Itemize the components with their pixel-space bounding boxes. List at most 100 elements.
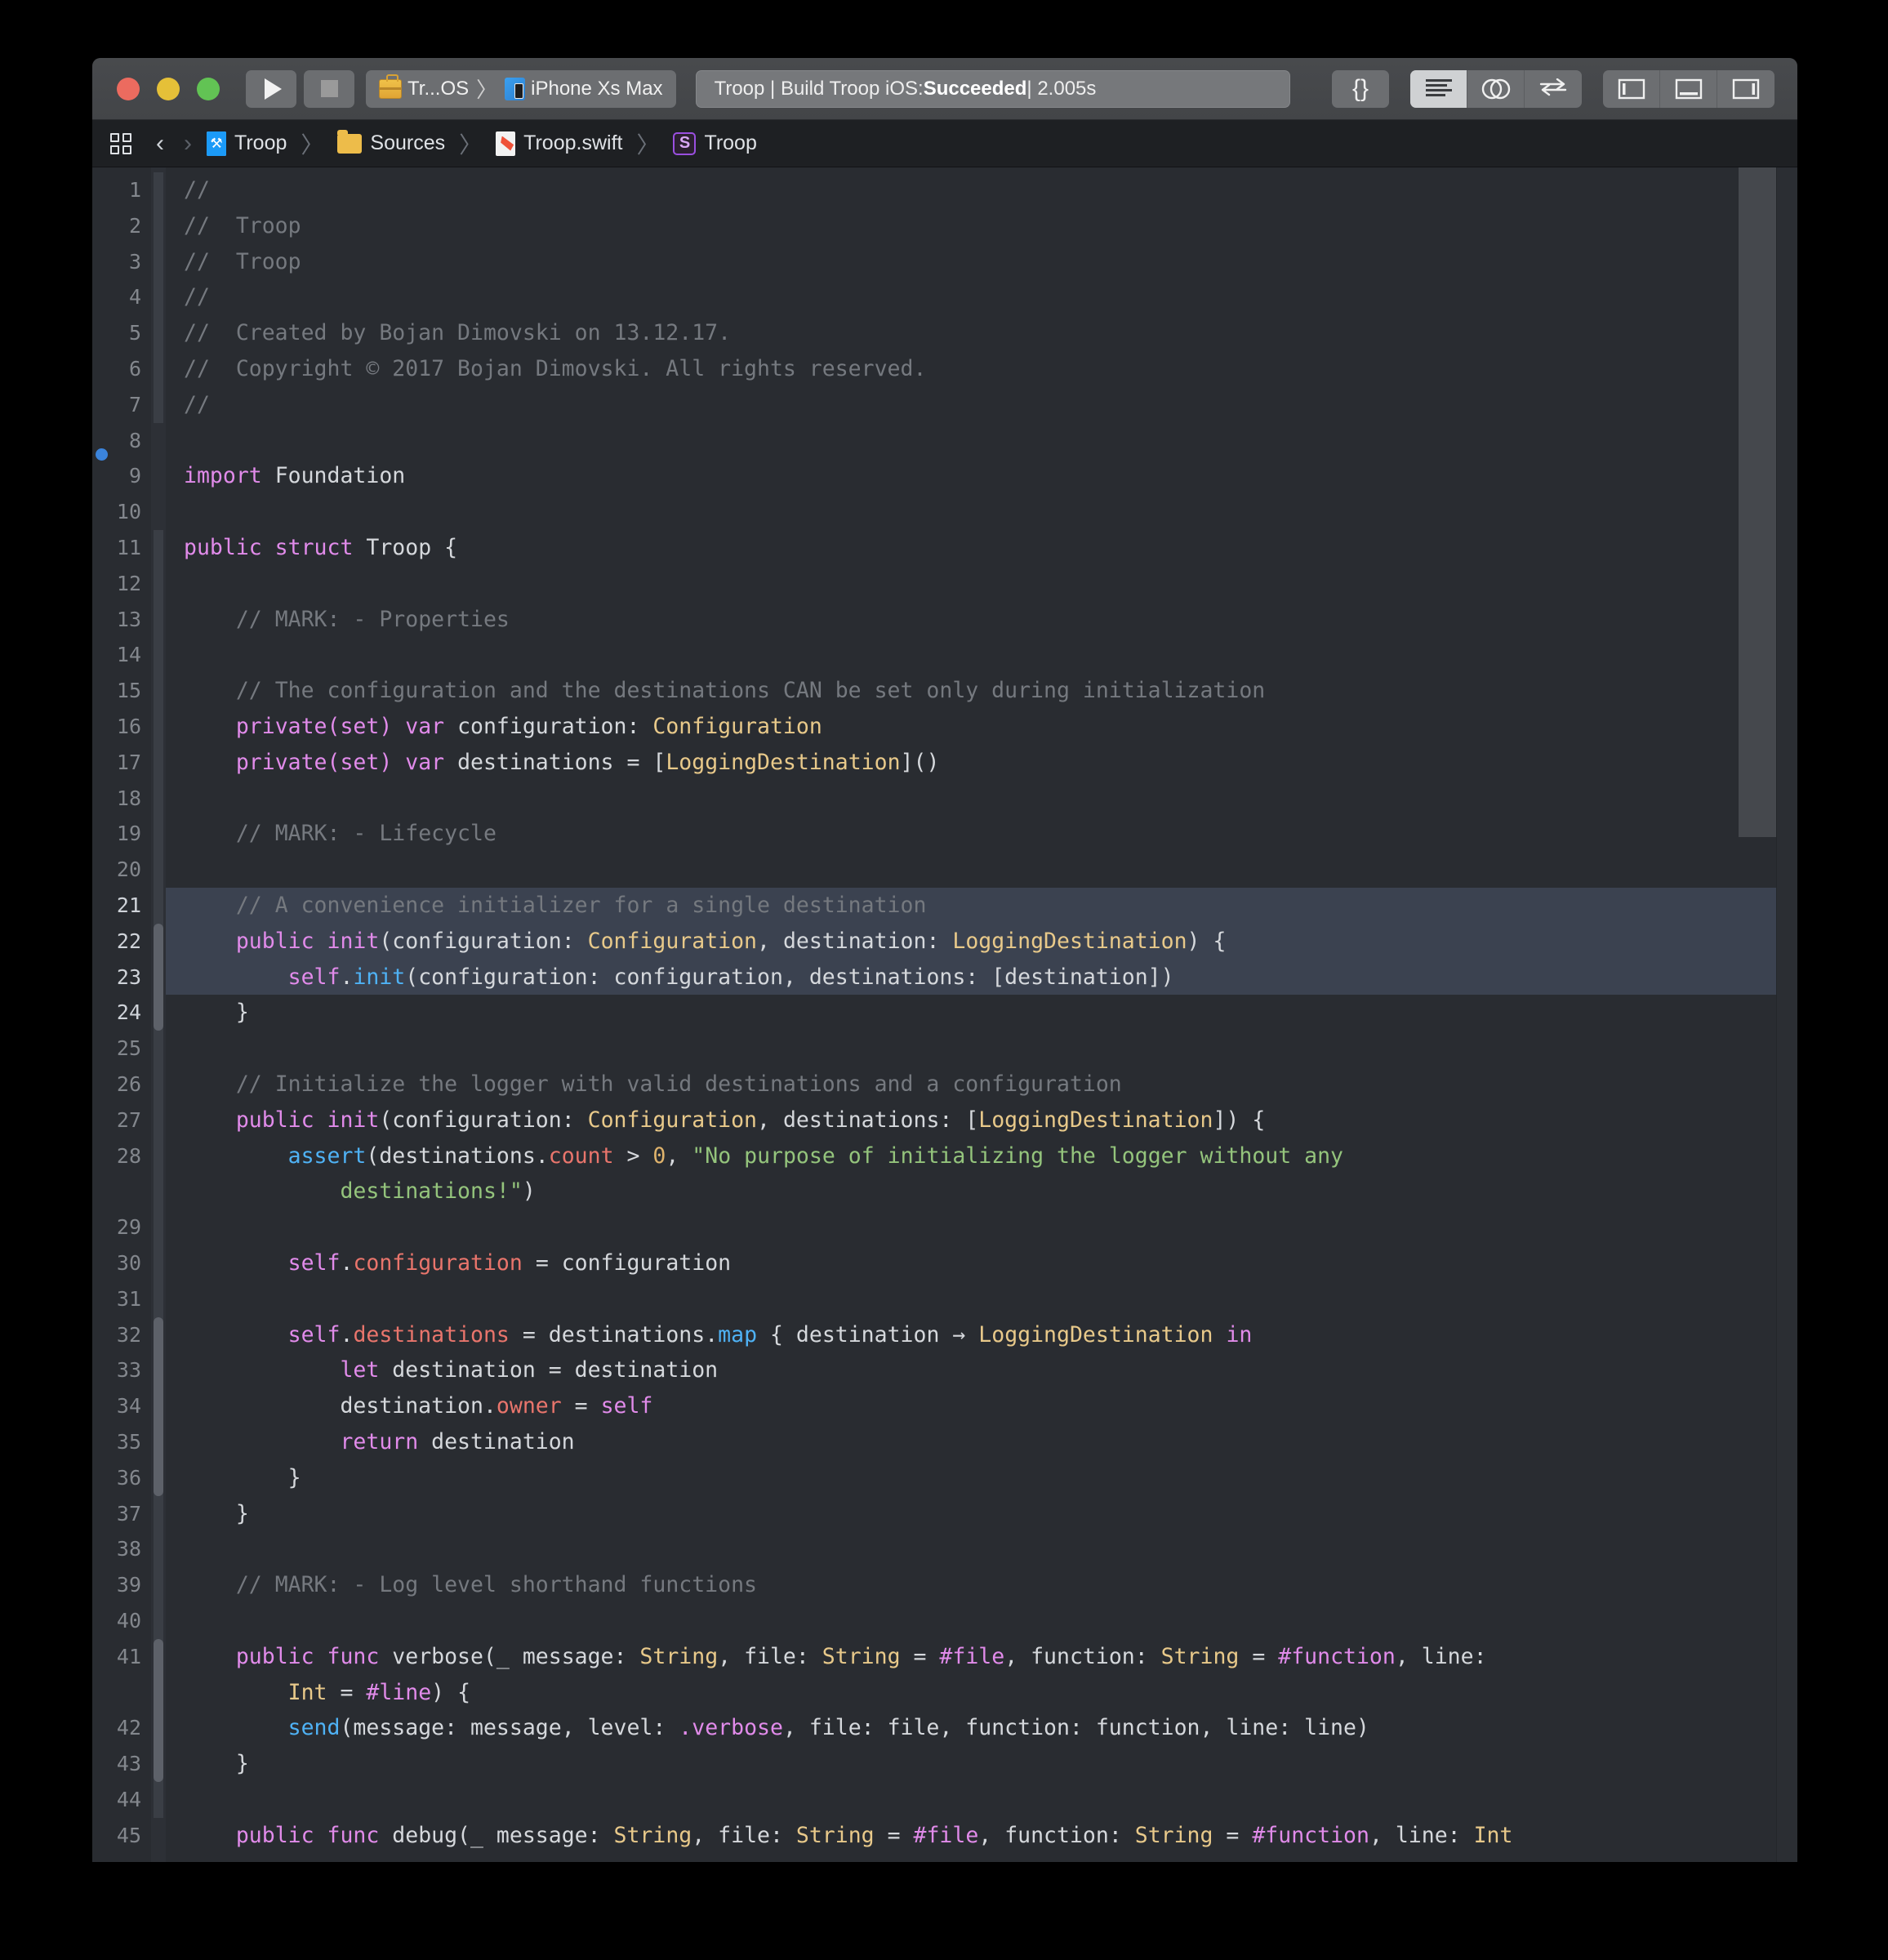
code-line: destination.owner = self xyxy=(166,1388,1797,1424)
line-number[interactable]: 43 xyxy=(92,1746,141,1782)
breadcrumb-item-folder[interactable]: Sources xyxy=(337,131,445,155)
related-items-icon[interactable] xyxy=(110,133,131,154)
toolbar: Tr...OS 〉 iPhone Xs Max Troop | Build Tr… xyxy=(92,58,1797,120)
line-number[interactable]: 34 xyxy=(92,1388,141,1424)
swift-symbol-icon: S xyxy=(673,132,696,155)
line-number[interactable]: 24 xyxy=(92,995,141,1031)
line-number[interactable]: 29 xyxy=(92,1209,141,1245)
standard-editor-icon xyxy=(1425,78,1453,100)
code-line: public init(configuration: Configuration… xyxy=(166,924,1797,960)
vertical-scrollbar-thumb[interactable] xyxy=(1739,167,1776,837)
line-number[interactable]: 11 xyxy=(92,530,141,566)
line-number[interactable]: 15 xyxy=(92,673,141,709)
line-number[interactable]: 27 xyxy=(92,1102,141,1138)
line-number[interactable]: 9 xyxy=(92,458,141,494)
line-number[interactable]: 39 xyxy=(92,1567,141,1603)
run-button[interactable] xyxy=(246,70,296,108)
code-line: // Initialize the logger with valid dest… xyxy=(166,1067,1797,1102)
line-number[interactable]: 6 xyxy=(92,351,141,387)
fold-range-bar[interactable] xyxy=(154,172,163,423)
line-number[interactable]: 4 xyxy=(92,279,141,315)
toggle-debug-area-button[interactable] xyxy=(1660,70,1717,108)
stop-button[interactable] xyxy=(304,70,354,108)
line-number[interactable]: 35 xyxy=(92,1424,141,1460)
line-number[interactable]: 21 xyxy=(92,888,141,924)
fold-range-highlight[interactable] xyxy=(154,1317,163,1496)
line-number[interactable]: 12 xyxy=(92,566,141,602)
code-line xyxy=(166,423,1797,459)
line-number[interactable]: 19 xyxy=(92,816,141,852)
line-number[interactable]: 2 xyxy=(92,208,141,244)
line-number[interactable]: 16 xyxy=(92,709,141,745)
breadcrumb-item-project[interactable]: Troop xyxy=(207,131,287,156)
breadcrumb-item-symbol[interactable]: S Troop xyxy=(673,131,756,155)
code-line: public func verbose(_ message: String, f… xyxy=(166,1639,1797,1675)
line-number[interactable]: 30 xyxy=(92,1245,141,1281)
breadcrumb-item-file[interactable]: Troop.swift xyxy=(496,131,622,156)
breadcrumb-label: Troop.swift xyxy=(523,131,622,155)
breadcrumb-separator-icon: 〉 xyxy=(455,127,486,160)
line-number[interactable]: 17 xyxy=(92,745,141,781)
line-number[interactable]: 10 xyxy=(92,494,141,530)
zoom-button[interactable] xyxy=(197,78,220,100)
line-number[interactable]: 23 xyxy=(92,960,141,996)
jump-bar: ‹ › Troop 〉 Sources 〉 Troop.swift 〉 S Tr… xyxy=(92,120,1797,167)
pane-toggle-segmented-control xyxy=(1603,70,1774,108)
line-number[interactable]: 5 xyxy=(92,315,141,351)
code-line: } xyxy=(166,1496,1797,1532)
line-number[interactable]: 28 xyxy=(92,1138,141,1174)
close-button[interactable] xyxy=(117,78,140,100)
fold-range-highlight[interactable] xyxy=(154,924,163,1031)
vertical-scrollbar-track[interactable] xyxy=(1776,167,1797,1862)
minimize-button[interactable] xyxy=(157,78,180,100)
line-number[interactable]: 41 xyxy=(92,1639,141,1675)
back-button[interactable]: ‹ xyxy=(151,130,169,158)
line-number[interactable]: 26 xyxy=(92,1067,141,1102)
breadcrumb-label: Troop xyxy=(704,131,756,155)
library-button[interactable]: {} xyxy=(1332,70,1389,108)
play-icon xyxy=(265,78,282,100)
fold-range-bar[interactable] xyxy=(154,530,163,1818)
code-line: } xyxy=(166,995,1797,1031)
fold-range-highlight[interactable] xyxy=(154,1639,163,1782)
line-number[interactable]: 14 xyxy=(92,637,141,673)
code-line xyxy=(166,1531,1797,1567)
scheme-separator-icon: 〉 xyxy=(474,74,499,104)
line-number[interactable]: 20 xyxy=(92,852,141,888)
line-number[interactable]: 3 xyxy=(92,244,141,280)
code-text-area[interactable]: //// Troop// Troop//// Created by Bojan … xyxy=(166,167,1797,1862)
scheme-destination-selector[interactable]: Tr...OS 〉 iPhone Xs Max xyxy=(366,70,676,108)
line-number[interactable]: 31 xyxy=(92,1281,141,1317)
code-line: // MARK: - Lifecycle xyxy=(166,816,1797,852)
stop-icon xyxy=(321,80,338,97)
assistant-editor-button[interactable] xyxy=(1467,70,1525,108)
breadcrumb-separator-icon: 〉 xyxy=(296,127,327,160)
toggle-utilities-button[interactable] xyxy=(1717,70,1774,108)
line-number[interactable]: 13 xyxy=(92,602,141,638)
line-number[interactable]: 42 xyxy=(92,1710,141,1746)
toolbar-right-controls: {} xyxy=(1332,70,1774,108)
line-number[interactable]: 1 xyxy=(92,172,141,208)
line-number[interactable]: 38 xyxy=(92,1531,141,1567)
line-number[interactable]: 22 xyxy=(92,924,141,960)
version-editor-button[interactable] xyxy=(1525,70,1582,108)
line-number[interactable]: 33 xyxy=(92,1352,141,1388)
code-line xyxy=(166,494,1797,530)
activity-status-bar[interactable]: Troop | Build Troop iOS: Succeeded | 2.0… xyxy=(696,70,1290,108)
line-number[interactable]: 36 xyxy=(92,1460,141,1496)
standard-editor-button[interactable] xyxy=(1410,70,1467,108)
line-number-gutter[interactable]: 1234567891011121314151617181920212223242… xyxy=(92,167,151,1862)
line-number[interactable]: 18 xyxy=(92,781,141,817)
line-number[interactable]: 7 xyxy=(92,387,141,423)
code-line: assert(destinations.count > 0, "No purpo… xyxy=(166,1138,1797,1174)
line-number[interactable]: 45 xyxy=(92,1818,141,1854)
forward-button[interactable]: › xyxy=(179,130,197,158)
line-number[interactable]: 40 xyxy=(92,1603,141,1639)
line-number[interactable]: 37 xyxy=(92,1496,141,1532)
line-number[interactable]: 44 xyxy=(92,1782,141,1818)
swift-file-icon xyxy=(496,131,515,156)
line-number[interactable]: 32 xyxy=(92,1317,141,1353)
line-number[interactable]: 25 xyxy=(92,1031,141,1067)
code-folding-ribbon[interactable] xyxy=(151,167,166,1862)
toggle-navigator-button[interactable] xyxy=(1603,70,1660,108)
